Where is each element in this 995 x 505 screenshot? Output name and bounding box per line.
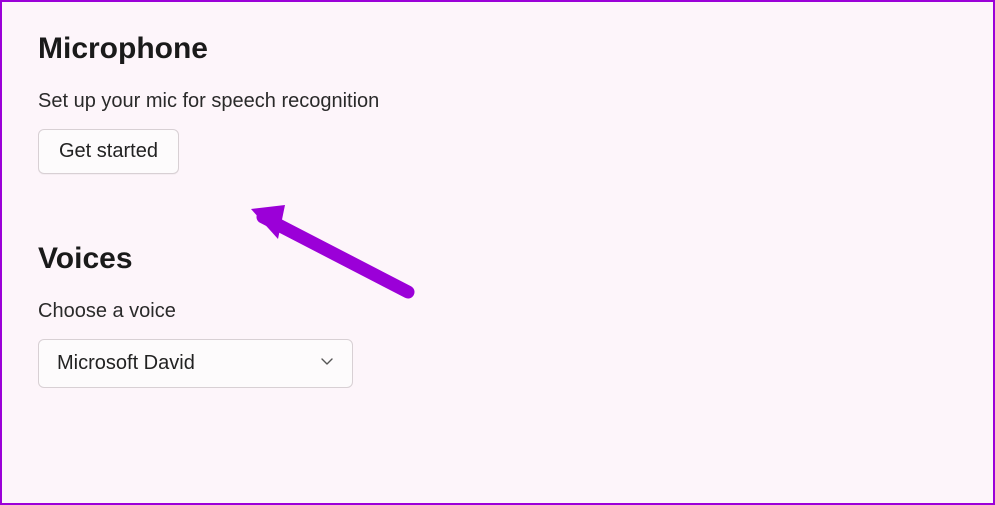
choose-voice-label: Choose a voice [38,300,957,323]
microphone-section: Microphone Set up your mic for speech re… [38,32,957,174]
microphone-heading: Microphone [38,32,957,66]
voice-select[interactable]: Microsoft David [38,339,353,388]
get-started-button[interactable]: Get started [38,129,179,174]
microphone-subtext: Set up your mic for speech recognition [38,90,957,113]
voices-heading: Voices [38,242,957,276]
voices-section: Voices Choose a voice Microsoft David [38,242,957,388]
voice-selected-value: Microsoft David [57,352,195,375]
